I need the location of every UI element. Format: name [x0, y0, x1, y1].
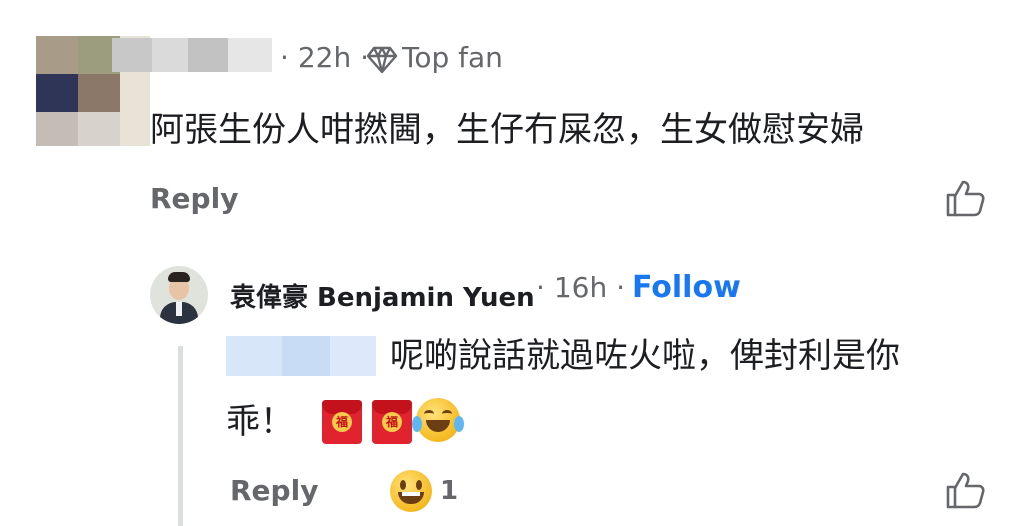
follow-button[interactable]: Follow [632, 270, 741, 305]
top-fan-badge: Top fan [402, 41, 503, 74]
separator: · [616, 271, 625, 304]
thumbs-up-icon[interactable] [944, 470, 986, 510]
blurred-avatar[interactable] [36, 36, 150, 146]
reaction-count[interactable]: 1 [440, 476, 458, 506]
comment-time[interactable]: 22h [298, 41, 351, 74]
comment2-text-line2: 乖！ [226, 402, 294, 442]
author-name[interactable]: 袁偉豪 Benjamin Yuen [230, 277, 535, 314]
comment2-meta: · 16h · [536, 274, 625, 302]
blurred-username[interactable] [112, 38, 272, 72]
reply-button[interactable]: Reply [230, 474, 318, 507]
separator: · [536, 271, 545, 304]
thread-line [178, 346, 183, 526]
tears-of-joy-emoji-icon [412, 398, 464, 442]
comment1-meta: · 22h · [280, 44, 369, 72]
red-packet-icon: 福 [372, 400, 412, 444]
separator: · [280, 41, 289, 74]
avatar[interactable] [150, 266, 208, 324]
red-packet-char: 福 [332, 412, 352, 432]
comment-time[interactable]: 16h [554, 271, 607, 304]
diamond-icon [366, 46, 398, 74]
comment2-text-line1: 呢啲說話就過咗火啦，俾封利是你 [390, 336, 900, 376]
blurred-mention[interactable] [226, 336, 376, 376]
red-packet-icon: 福 [322, 400, 362, 444]
grinning-emoji-icon[interactable] [390, 470, 432, 512]
red-packet-char: 福 [382, 412, 402, 432]
thumbs-up-icon[interactable] [944, 178, 986, 218]
reply-button[interactable]: Reply [150, 182, 238, 215]
comment1-text: 阿張生份人咁撚閪，生仔冇屎忽，生女做慰安婦 [150, 110, 864, 150]
